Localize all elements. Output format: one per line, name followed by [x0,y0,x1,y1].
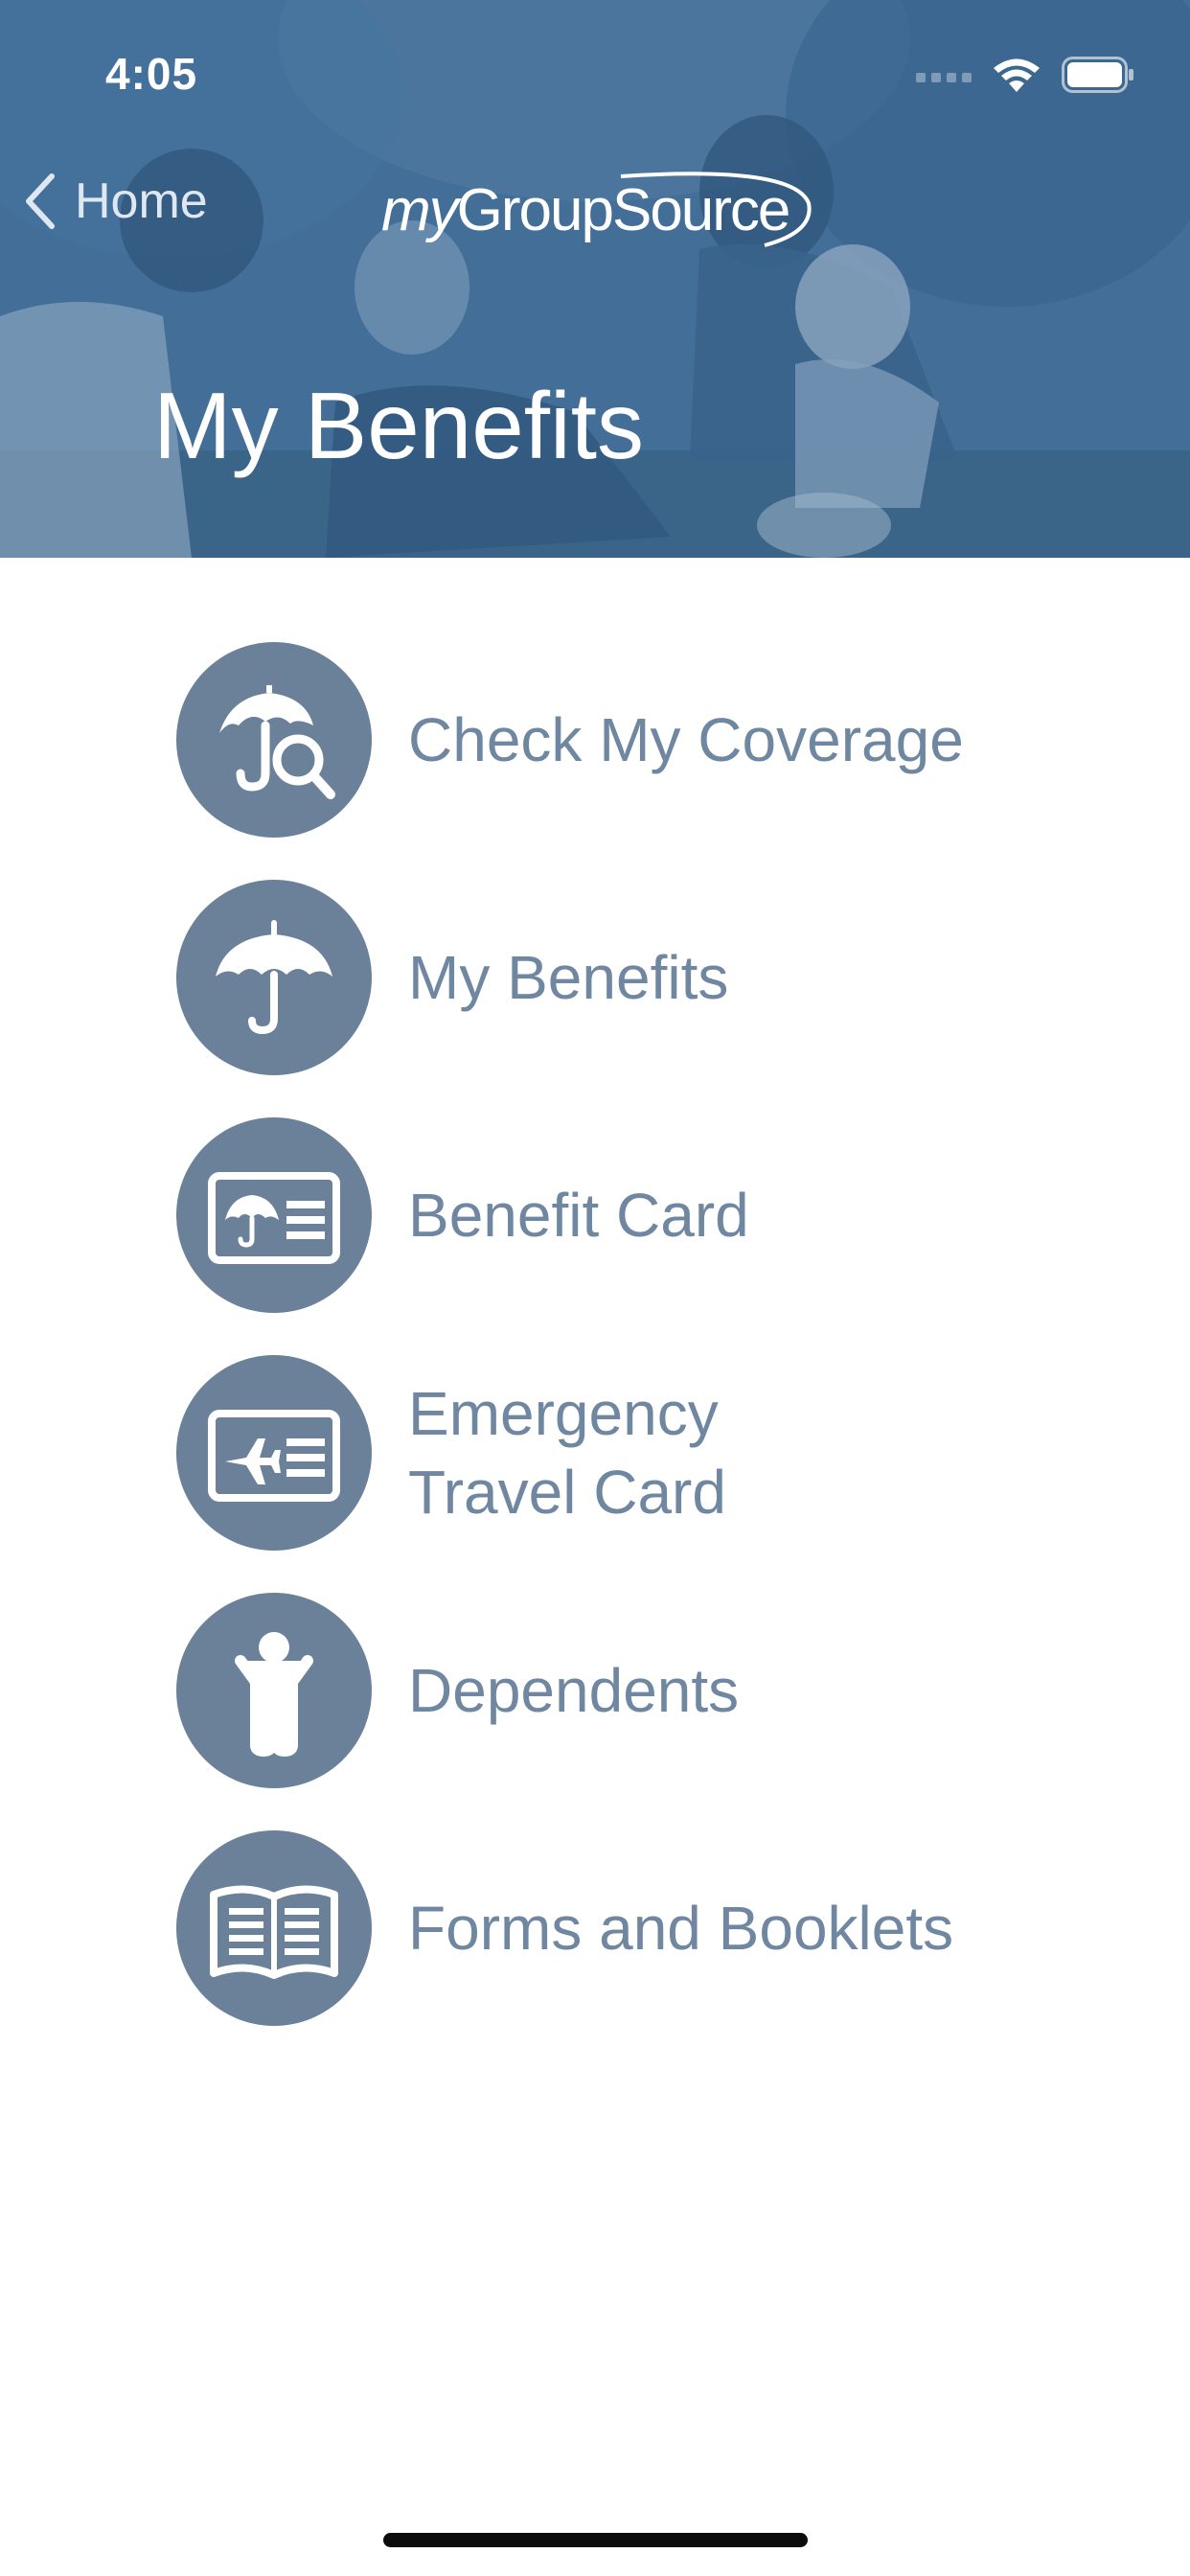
menu-item-emergency-travel-card[interactable]: Emergency Travel Card [176,1355,1096,1551]
umbrella-icon [176,880,372,1075]
status-time: 4:05 [105,49,198,99]
back-button[interactable]: Home [23,172,208,230]
menu-item-label: Check My Coverage [408,705,964,774]
app-logo: myGroupSource [381,165,822,261]
menu-item-label: My Benefits [408,943,729,1012]
battery-icon [1062,57,1133,93]
menu-item-label: Forms and Booklets [408,1894,954,1963]
menu-item-dependents[interactable]: Dependents [176,1593,1096,1788]
menu-item-label: Benefit Card [408,1181,749,1250]
back-label: Home [75,173,208,229]
home-indicator[interactable] [383,2533,808,2547]
umbrella-search-icon [176,642,372,838]
logo-swoosh [620,172,812,247]
header-banner: 4:05 Home myGroupSource My Benefits [0,0,1190,558]
signal-icon [916,73,972,82]
travel-card-icon [176,1355,372,1551]
menu-item-my-benefits[interactable]: My Benefits [176,880,1096,1075]
page-title: My Benefits [153,373,644,478]
chevron-left-icon [26,173,55,229]
person-icon [176,1593,372,1788]
menu-item-benefit-card[interactable]: Benefit Card [176,1117,1096,1313]
menu-item-forms-and-booklets[interactable]: Forms and Booklets [176,1830,1096,2026]
booklet-icon [176,1830,372,2026]
menu-item-check-my-coverage[interactable]: Check My Coverage [176,642,1096,838]
benefit-card-icon [176,1117,372,1313]
status-icons [916,56,1134,94]
wifi-icon [994,58,1040,92]
menu-item-label: Dependents [408,1656,740,1725]
menu-item-label: Emergency Travel Card [408,1379,726,1527]
